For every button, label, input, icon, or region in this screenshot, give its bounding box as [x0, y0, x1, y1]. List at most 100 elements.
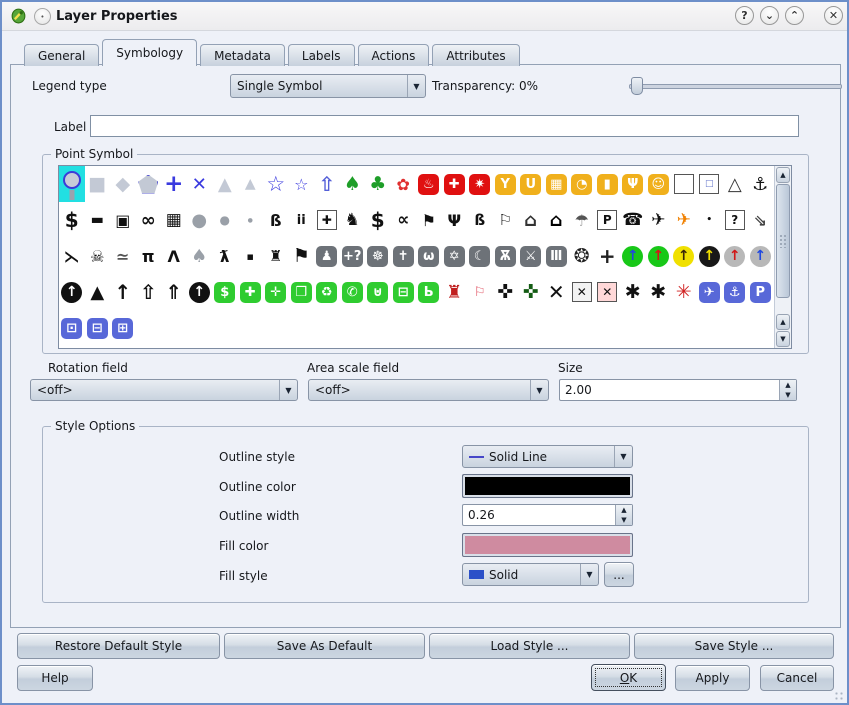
symbol-survey-cross[interactable]: ✜: [493, 274, 519, 310]
symbol-prayer[interactable]: ♟: [314, 238, 340, 274]
ok-button[interactable]: OK: [591, 664, 666, 691]
symbol-tram[interactable]: ⊞: [110, 310, 136, 346]
symbol-telephone-green[interactable]: ✆: [340, 274, 366, 310]
area-scale-field-combo[interactable]: <off> ▼: [308, 379, 549, 401]
symbol-plane-landing[interactable]: ⇘: [748, 202, 774, 238]
restore-default-style-button[interactable]: Restore Default Style: [17, 633, 220, 659]
symbol-plane[interactable]: ✈: [646, 202, 672, 238]
symbol-christian[interactable]: ✝: [391, 238, 417, 274]
outline-color-swatch[interactable]: [462, 474, 633, 498]
symbol-building[interactable]: ▦: [161, 202, 187, 238]
resize-grip[interactable]: [834, 691, 844, 701]
size-spinbox[interactable]: 2.00 ▲▼: [559, 379, 797, 401]
symbol-teepee[interactable]: Λ: [161, 238, 187, 274]
symbol-tower[interactable]: ♜: [263, 238, 289, 274]
symbol-open-triangle[interactable]: △: [722, 166, 748, 202]
symbol-temple[interactable]: Ⅲ: [544, 238, 570, 274]
symbol-food[interactable]: Ψ: [442, 202, 468, 238]
symbol-triangle[interactable]: ▲: [212, 166, 238, 202]
spin-buttons[interactable]: ▲▼: [779, 380, 796, 400]
symbol-arrow-black-yellow[interactable]: ↑: [697, 238, 723, 274]
symbol-small-square[interactable]: ▪: [238, 238, 264, 274]
symbol-pentagon[interactable]: [136, 166, 162, 202]
symbol-school[interactable]: +?: [340, 238, 366, 274]
apply-button[interactable]: Apply: [675, 665, 750, 691]
scroll-up2-icon[interactable]: ▲: [776, 314, 790, 330]
symbol-compass-rose[interactable]: ❂: [569, 238, 595, 274]
symbol-arrow-circle-black[interactable]: ↑: [59, 274, 85, 310]
symbol-skier[interactable]: ⋋: [59, 238, 85, 274]
symbol-x-mark-boxed[interactable]: ✕: [569, 274, 595, 310]
symbol-deer[interactable]: ♞: [340, 202, 366, 238]
symbol-pizzaria[interactable]: ◔: [569, 166, 595, 202]
symbol-star-mark[interactable]: ✱: [620, 274, 646, 310]
symbol-pub[interactable]: ▮: [595, 166, 621, 202]
symbol-muslim[interactable]: ☾: [467, 238, 493, 274]
window-menu-button[interactable]: •: [34, 8, 51, 25]
symbol-train[interactable]: ♜: [442, 274, 468, 310]
symbol-conifer-tree[interactable]: ♠: [340, 166, 366, 202]
symbol-cross[interactable]: +: [161, 166, 187, 202]
symbol-anchor[interactable]: ⚓: [748, 166, 774, 202]
symbol-north-arrow-3[interactable]: ⇑: [161, 274, 187, 310]
symbol-ticket[interactable]: ❒: [289, 274, 315, 310]
tab-metadata[interactable]: Metadata: [200, 44, 285, 66]
symbol-fish[interactable]: ∝: [391, 202, 417, 238]
symbol-recycling[interactable]: ♻: [314, 274, 340, 310]
symbol-basket[interactable]: ⊍: [365, 274, 391, 310]
symbol-arrow-gray-red[interactable]: ↑: [722, 238, 748, 274]
symbol-north-arrow-1[interactable]: ↑: [110, 274, 136, 310]
label-input[interactable]: [90, 115, 799, 137]
symbol-plane-orange[interactable]: ✈: [671, 202, 697, 238]
symbol-arrow-yellow-black[interactable]: ↑: [671, 238, 697, 274]
symbol-harbor[interactable]: ⚓: [722, 274, 748, 310]
symbol-telephone[interactable]: ☎: [620, 202, 646, 238]
transparency-slider[interactable]: [629, 76, 842, 94]
slider-track[interactable]: [629, 84, 842, 89]
symbol-square-dot[interactable]: □: [697, 166, 723, 202]
symbol-unknown-box[interactable]: ?: [722, 202, 748, 238]
symbol-north-cross[interactable]: +: [595, 238, 621, 274]
symbol-shinto[interactable]: Ѫ: [493, 238, 519, 274]
symbol-circle-selected[interactable]: [59, 166, 85, 202]
symbol-fuel-pump[interactable]: ß: [467, 202, 493, 238]
spin-up-icon[interactable]: ▲: [780, 380, 796, 390]
symbol-circle-medium[interactable]: ●: [212, 202, 238, 238]
spin-up-icon[interactable]: ▲: [616, 505, 632, 515]
fill-style-combo[interactable]: Solid ▼: [462, 563, 599, 586]
symbol-car[interactable]: ∞: [136, 202, 162, 238]
symbol-x-mark-pink[interactable]: ✕: [595, 274, 621, 310]
symbol-jewish[interactable]: ✡: [442, 238, 468, 274]
fill-style-more-button[interactable]: ...: [604, 562, 634, 587]
symbol-arrow-gray-blue[interactable]: ↑: [748, 238, 774, 274]
symbol-golf[interactable]: ⚐: [493, 202, 519, 238]
spin-buttons[interactable]: ▲▼: [615, 505, 632, 525]
symbol-cafe[interactable]: U: [518, 166, 544, 202]
symbol-round-tree[interactable]: ♣: [365, 166, 391, 202]
symbol-circle-large[interactable]: ●: [187, 202, 213, 238]
symbol-point[interactable]: •: [697, 202, 723, 238]
symbol-danger-skull[interactable]: ☠: [85, 238, 111, 274]
symbol-arrow-green-blue[interactable]: ↑: [620, 238, 646, 274]
legend-type-combo[interactable]: Single Symbol ▼: [230, 74, 426, 98]
tab-labels[interactable]: Labels: [288, 44, 355, 66]
fill-color-swatch[interactable]: [462, 533, 633, 557]
help-button[interactable]: Help: [17, 665, 93, 691]
symbol-north-arrow-2[interactable]: ⇧: [136, 274, 162, 310]
rotation-field-combo[interactable]: <off> ▼: [30, 379, 298, 401]
symbol-first-aid[interactable]: ✚: [442, 166, 468, 202]
spin-down-icon[interactable]: ▼: [616, 515, 632, 525]
spin-down-icon[interactable]: ▼: [780, 390, 796, 400]
unshade-button[interactable]: ⌃: [785, 6, 804, 25]
tab-symbology[interactable]: Symbology: [102, 39, 197, 66]
save-style-button[interactable]: Save Style ...: [634, 633, 834, 659]
tab-actions[interactable]: Actions: [358, 44, 430, 66]
scroll-up-icon[interactable]: ▲: [776, 167, 790, 183]
symbol-hospital[interactable]: ✚: [314, 202, 340, 238]
symbol-cinema[interactable]: ▦: [544, 166, 570, 202]
symbol-flower[interactable]: ✿: [391, 166, 417, 202]
cancel-button[interactable]: Cancel: [760, 665, 834, 691]
symbol-empty-square[interactable]: [671, 166, 697, 202]
symbol-house[interactable]: ⌂: [544, 202, 570, 238]
symbol-star-open[interactable]: ☆: [263, 166, 289, 202]
